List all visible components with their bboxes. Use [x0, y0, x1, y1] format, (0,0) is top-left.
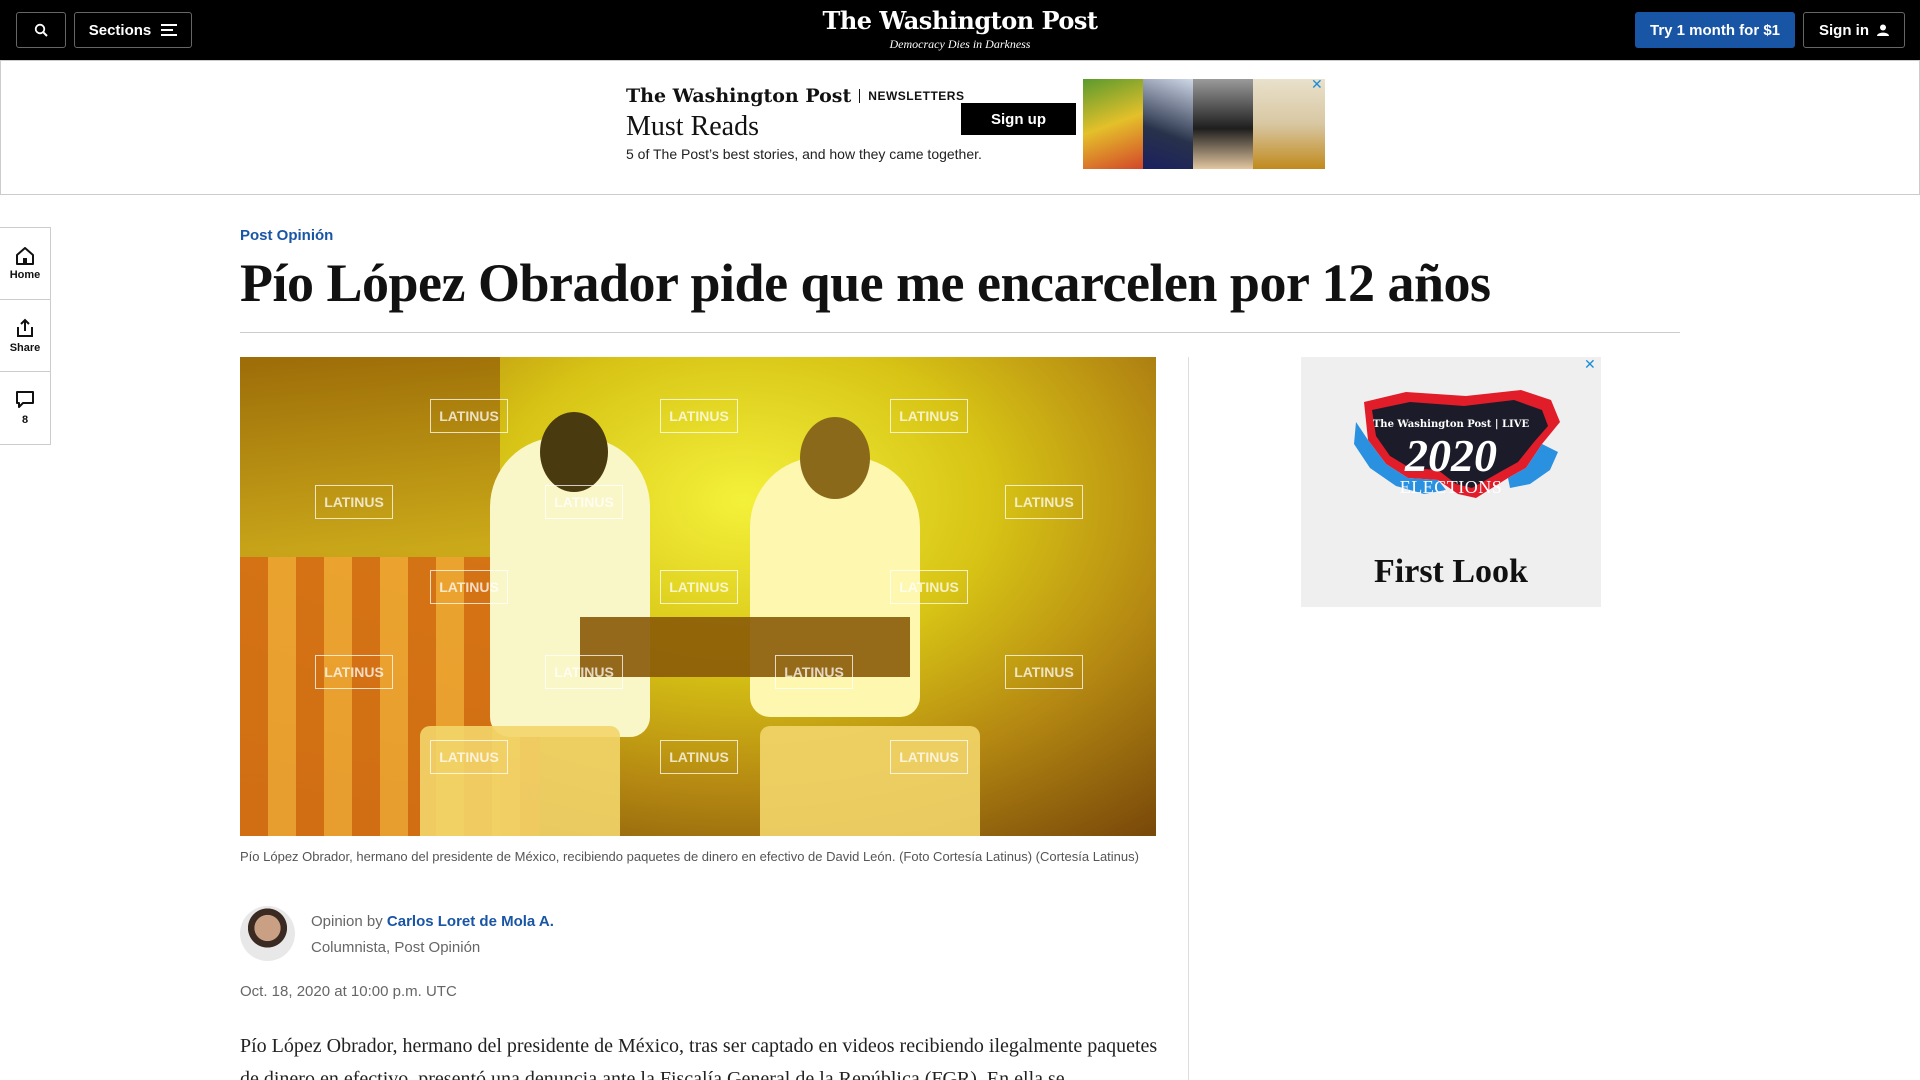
newsletter-ad[interactable]: The Washington Post NEWSLETTERS Must Rea… [611, 77, 1325, 169]
photo-watermark: LATINUS [430, 399, 508, 433]
search-button[interactable] [16, 12, 66, 48]
election-ad[interactable]: The Washington Post | LIVE 2020 ELECTION… [1301, 357, 1601, 607]
newsletter-title: Must Reads [626, 111, 759, 142]
newsletter-signup-button[interactable]: Sign up [961, 103, 1076, 135]
article-body-paragraph: Pío López Obrador, hermano del president… [240, 1035, 1158, 1080]
column-divider [1188, 357, 1189, 1080]
photo-watermark: LATINUS [1005, 655, 1083, 689]
sections-label: Sections [88, 21, 152, 39]
photo-watermark: LATINUS [890, 740, 968, 774]
photo-watermark: LATINUS [775, 655, 853, 689]
photo-watermark: LATINUS [430, 740, 508, 774]
left-action-rail: Home Share 8 [0, 227, 51, 445]
photo-watermark: LATINUS [890, 399, 968, 433]
author-avatar[interactable] [240, 906, 295, 961]
author-info: Opinion by Carlos Loret de Mola A. Colum… [311, 906, 554, 961]
author-role: Columnista, Post Opinión [311, 939, 481, 956]
section-kicker-link[interactable]: Post Opinión [240, 227, 333, 244]
menu-icon [161, 24, 178, 36]
photo-watermark: LATINUS [890, 570, 968, 604]
newsletter-subtitle: 5 of The Post’s best stories, and how th… [626, 146, 982, 162]
top-nav-bar: Sections The Washington Post Democracy D… [0, 0, 1920, 60]
top-ad-zone: The Washington Post NEWSLETTERS Must Rea… [0, 60, 1920, 195]
user-icon [1877, 24, 1889, 36]
byline-prefix: Opinion by [311, 913, 383, 930]
photo-watermark: LATINUS [660, 740, 738, 774]
newsletter-section: NEWSLETTERS [868, 89, 965, 103]
sign-in-button[interactable]: Sign in [1803, 12, 1905, 48]
publish-date: Oct. 18, 2020 at 10:00 p.m. UTC [240, 983, 457, 1000]
subscribe-button[interactable]: Try 1 month for $1 [1635, 12, 1795, 48]
election-ad-first-look: First Look [1374, 553, 1528, 590]
sections-button[interactable]: Sections [74, 12, 192, 48]
photo-caption: Pío López Obrador, hermano del president… [240, 849, 1139, 864]
lead-photo[interactable]: LATINUS LATINUS LATINUS LATINUS LATINUS … [240, 357, 1156, 836]
article-headline: Pío López Obrador pide que me encarcelen… [240, 253, 1491, 313]
sign-in-label: Sign in [1819, 21, 1869, 39]
election-ad-label: ELECTIONS [1399, 477, 1503, 497]
election-ad-year: 2020 [1405, 430, 1497, 481]
comments-count: 8 [21, 414, 29, 426]
author-block: Opinion by Carlos Loret de Mola A. Colum… [240, 906, 554, 961]
byline: Opinion by Carlos Loret de Mola A. [311, 913, 554, 930]
photo-watermark: LATINUS [1005, 485, 1083, 519]
photo-watermark: LATINUS [315, 485, 393, 519]
ad-close-icon[interactable]: ✕ [1311, 77, 1323, 93]
comment-icon [16, 391, 34, 408]
newsletter-brand: The Washington Post NEWSLETTERS [626, 85, 964, 107]
photo-watermark: LATINUS [545, 655, 623, 689]
author-link[interactable]: Carlos Loret de Mola A. [387, 913, 554, 930]
share-button[interactable]: Share [0, 300, 50, 372]
headline-divider [240, 332, 1680, 333]
newsletter-brand-logo: The Washington Post [626, 85, 852, 107]
home-icon [16, 246, 34, 265]
photo-watermark: LATINUS [430, 570, 508, 604]
photo-watermark: LATINUS [660, 399, 738, 433]
home-button[interactable]: Home [0, 228, 50, 300]
brand-separator [859, 89, 861, 103]
share-icon [17, 318, 33, 337]
newsletter-collage-image [1083, 79, 1325, 169]
masthead-logo[interactable]: The Washington Post Democracy Dies in Da… [760, 6, 1160, 52]
search-icon [34, 23, 48, 37]
photo-watermark: LATINUS [545, 485, 623, 519]
ad-close-icon[interactable]: ✕ [1584, 357, 1596, 373]
photo-watermark: LATINUS [315, 655, 393, 689]
comments-button[interactable]: 8 [0, 372, 50, 444]
photo-watermark: LATINUS [660, 570, 738, 604]
share-label: Share [9, 341, 41, 354]
site-tagline: Democracy Dies in Darkness [889, 37, 1031, 51]
site-logo: The Washington Post [822, 6, 1098, 35]
home-label: Home [9, 268, 41, 281]
